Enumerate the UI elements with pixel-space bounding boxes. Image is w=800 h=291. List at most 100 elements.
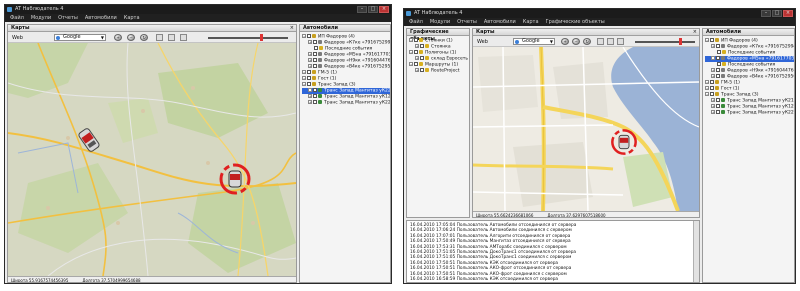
expand-toggle-icon[interactable]: − <box>302 76 306 80</box>
expand-toggle-icon[interactable]: − <box>302 70 306 74</box>
expand-toggle-icon[interactable]: + <box>711 74 715 78</box>
menu-file[interactable]: Файл <box>10 14 24 22</box>
measure-tool-button[interactable] <box>607 38 614 45</box>
tree-item-checkbox[interactable] <box>313 94 317 98</box>
tree-item-checkbox[interactable] <box>307 70 311 74</box>
tree-item-checkbox[interactable] <box>710 80 714 84</box>
menu-file[interactable]: Файл <box>409 18 423 26</box>
select-tool-button[interactable] <box>597 38 604 45</box>
menu-modules[interactable]: Модули <box>31 14 51 22</box>
street-map[interactable] <box>473 47 699 211</box>
panel-close-icon[interactable]: × <box>290 25 294 32</box>
menu-reports[interactable]: Отчеты <box>58 14 78 22</box>
minimize-button[interactable]: – <box>357 6 367 13</box>
expand-toggle-icon[interactable]: + <box>308 64 312 68</box>
tree-item-checkbox[interactable] <box>716 44 720 48</box>
layers-button[interactable] <box>617 38 624 45</box>
zoom-slider[interactable] <box>635 38 695 45</box>
expand-toggle-icon[interactable]: + <box>711 44 715 48</box>
log-scrollbar[interactable] <box>693 221 699 282</box>
maximize-button[interactable]: □ <box>368 6 378 13</box>
minimize-button[interactable]: – <box>761 10 771 17</box>
layers-button[interactable] <box>180 34 187 41</box>
menu-vehicles[interactable]: Автомобили <box>484 18 516 26</box>
tree-item-checkbox[interactable] <box>313 64 317 68</box>
tree-item-checkbox[interactable] <box>716 98 720 102</box>
menu-graphic-objects[interactable]: Графические объекты <box>546 18 605 26</box>
vehicle-marker-icon[interactable] <box>74 125 104 155</box>
tree-item-checkbox[interactable] <box>307 76 311 80</box>
expand-toggle-icon[interactable]: + <box>308 40 312 44</box>
expand-toggle-icon[interactable]: − <box>302 82 306 86</box>
panel-close-icon[interactable]: × <box>693 29 697 36</box>
expand-toggle-icon[interactable]: − <box>409 50 413 54</box>
refresh-map-button[interactable]: ↻ <box>140 34 148 41</box>
expand-toggle-icon[interactable]: − <box>705 92 709 96</box>
expand-toggle-icon[interactable]: + <box>711 104 715 108</box>
expand-toggle-icon[interactable]: + <box>308 100 312 104</box>
tree-item-checkbox[interactable] <box>717 62 721 66</box>
tree-item-checkbox[interactable] <box>710 92 714 96</box>
zoom-out-button[interactable]: − <box>572 38 580 45</box>
tree-item-checkbox[interactable] <box>716 68 720 72</box>
tree-item-checkbox[interactable] <box>307 34 311 38</box>
expand-toggle-icon[interactable]: − <box>409 62 413 66</box>
expand-toggle-icon[interactable]: + <box>308 94 312 98</box>
close-button[interactable]: × <box>379 6 389 13</box>
tree-item[interactable]: + Транс Запад Мангитаз уК22ол <box>705 110 794 116</box>
expand-toggle-icon[interactable]: + <box>308 52 312 56</box>
zoom-slider-thumb[interactable] <box>679 38 682 45</box>
tree-item-checkbox[interactable] <box>313 40 317 44</box>
expand-toggle-icon[interactable]: − <box>409 38 413 42</box>
tree-item-checkbox[interactable] <box>420 44 424 48</box>
tree-item[interactable]: + RouteProject <box>409 68 469 74</box>
zoom-in-button[interactable]: + <box>561 38 569 45</box>
tree-item[interactable]: + Транс Запад Мангитаз уК22ол <box>302 100 390 106</box>
tree-item-checkbox[interactable] <box>414 50 418 54</box>
menu-reports[interactable]: Отчеты <box>457 18 477 26</box>
map-source-select[interactable]: Google ▼ <box>513 38 555 45</box>
tree-item-checkbox[interactable] <box>716 74 720 78</box>
tree-item-checkbox[interactable] <box>313 88 317 92</box>
close-button[interactable]: × <box>783 10 793 17</box>
zoom-slider-thumb[interactable] <box>260 34 263 41</box>
selected-vehicle-marker-icon[interactable] <box>217 161 253 197</box>
zoom-slider[interactable] <box>208 34 288 41</box>
tree-item-checkbox[interactable] <box>420 68 424 72</box>
expand-toggle-icon[interactable]: + <box>415 56 419 60</box>
tree-item-checkbox[interactable] <box>717 50 721 54</box>
expand-toggle-icon[interactable]: − <box>705 38 709 42</box>
tree-item-checkbox[interactable] <box>716 104 720 108</box>
expand-toggle-icon[interactable]: − <box>705 80 709 84</box>
expand-toggle-icon[interactable]: + <box>711 110 715 114</box>
menu-map[interactable]: Карта <box>124 14 140 22</box>
tree-item-checkbox[interactable] <box>414 62 418 66</box>
tree-item-checkbox[interactable] <box>307 82 311 86</box>
expand-toggle-icon[interactable]: + <box>308 88 312 92</box>
tree-item-checkbox[interactable] <box>313 52 317 56</box>
expand-toggle-icon[interactable]: + <box>415 68 419 72</box>
menu-modules[interactable]: Модули <box>430 18 450 26</box>
expand-toggle-icon[interactable]: + <box>308 58 312 62</box>
terrain-map[interactable] <box>8 43 296 276</box>
refresh-map-button[interactable]: ↻ <box>583 38 591 45</box>
tree-item-checkbox[interactable] <box>710 86 714 90</box>
expand-toggle-icon[interactable]: + <box>415 44 419 48</box>
selected-vehicle-marker-icon[interactable] <box>609 127 639 157</box>
tree-item-checkbox[interactable] <box>313 58 317 62</box>
map-source-select[interactable]: Google ▼ <box>54 34 106 41</box>
expand-toggle-icon[interactable]: − <box>302 34 306 38</box>
expand-toggle-icon[interactable]: − <box>705 86 709 90</box>
select-tool-button[interactable] <box>156 34 163 41</box>
tree-item-checkbox[interactable] <box>716 56 720 60</box>
tree-item-checkbox[interactable] <box>314 46 318 50</box>
menu-vehicles[interactable]: Автомобили <box>85 14 117 22</box>
tree-item-checkbox[interactable] <box>710 38 714 42</box>
zoom-out-button[interactable]: − <box>127 34 135 41</box>
expand-toggle-icon[interactable]: + <box>711 68 715 72</box>
zoom-in-button[interactable]: + <box>114 34 122 41</box>
menu-map[interactable]: Карта <box>523 18 539 26</box>
expand-toggle-icon[interactable]: + <box>711 98 715 102</box>
tree-item-checkbox[interactable] <box>420 56 424 60</box>
tree-item-checkbox[interactable] <box>716 110 720 114</box>
